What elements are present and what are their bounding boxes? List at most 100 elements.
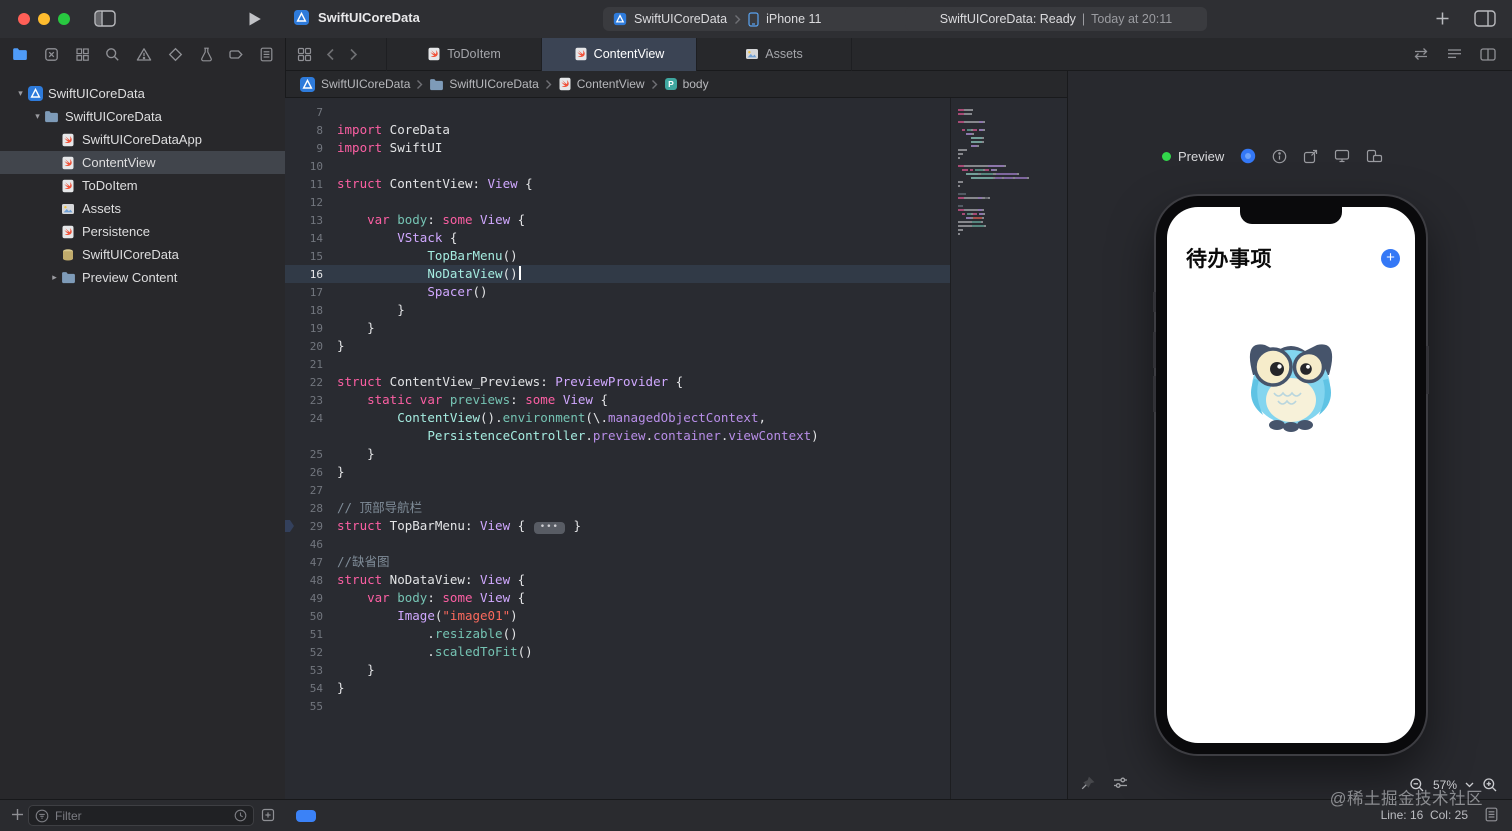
canvas-tools: [1080, 776, 1128, 791]
status-separator: |: [1081, 12, 1086, 26]
code-line-51: 51 .resizable(): [285, 625, 950, 643]
scheme-app-label[interactable]: SwiftUICoreData: [634, 12, 727, 26]
device-settings-button[interactable]: [1366, 149, 1383, 163]
recent-files-icon[interactable]: [234, 809, 247, 822]
symbol-navigator-icon[interactable]: [75, 47, 90, 62]
code-review-icon[interactable]: [1413, 47, 1429, 61]
editor-toolbar: ToDoItem ContentView Assets: [285, 37, 1512, 71]
run-button[interactable]: [248, 11, 262, 27]
filter-field[interactable]: Filter: [28, 805, 254, 826]
iphone-notch: [1240, 207, 1342, 224]
coredata-icon: [61, 248, 78, 262]
scope-filter-icon[interactable]: [261, 808, 275, 822]
add-split-editor-icon[interactable]: [1480, 47, 1496, 61]
status-main: SwiftUICoreData: Ready: [939, 12, 1076, 26]
inspect-preview-button[interactable]: [1272, 149, 1287, 164]
tab-label: Assets: [765, 47, 803, 61]
test-navigator-icon[interactable]: [168, 47, 183, 62]
filter-placeholder: Filter: [55, 808, 82, 823]
editor-minimap[interactable]: [950, 98, 1068, 800]
sidebar-item-swiftuicoredata[interactable]: SwiftUICoreData: [0, 243, 285, 266]
toggle-sidebar-icon[interactable]: [94, 10, 116, 27]
chevron-right-icon: [545, 79, 552, 90]
disclosure-down-icon[interactable]: ▾: [14, 88, 27, 99]
source-editor[interactable]: 7 8 import CoreData 9 import SwiftUI 10 11 stru…: [285, 98, 950, 800]
breadcrumb-item-swiftuicoredata[interactable]: SwiftUICoreData: [429, 77, 539, 91]
code-line-13: 13 var body: some View {: [285, 211, 950, 229]
sidebar-item-swiftuicoredata[interactable]: ▾ SwiftUICoreData: [0, 82, 285, 105]
scheme-selector[interactable]: SwiftUICoreData iPhone 11: [603, 7, 918, 31]
code-line-7: 7: [285, 103, 950, 121]
code-lines: 7 8 import CoreData 9 import SwiftUI 10 11 stru…: [285, 103, 950, 715]
navigator-sidebar: ▾ SwiftUICoreData ▾ SwiftUICoreData SwiftUIC…: [0, 38, 286, 800]
canvas-settings-icon[interactable]: [1113, 776, 1128, 791]
project-icon: [293, 9, 310, 26]
swift-icon: [61, 156, 78, 170]
pin-preview-icon[interactable]: [1080, 776, 1095, 791]
document-items-icon[interactable]: [1485, 807, 1498, 822]
disclosure-down-icon[interactable]: ▾: [31, 111, 44, 122]
breakpoints-toggle[interactable]: [296, 810, 316, 822]
breadcrumb-item-swiftuicoredata[interactable]: SwiftUICoreData: [299, 76, 410, 93]
line-number: 52: [309, 646, 323, 659]
add-file-icon[interactable]: [11, 808, 24, 821]
sidebar-item-preview-content[interactable]: ▸ Preview Content: [0, 266, 285, 289]
breadcrumb-item-contentview[interactable]: ContentView: [558, 77, 645, 91]
placeholder-image-wrap: [1167, 321, 1415, 435]
minimap-menu-icon[interactable]: [1447, 48, 1462, 61]
sidebar-item-persistence[interactable]: Persistence: [0, 220, 285, 243]
jump-bar[interactable]: SwiftUICoreData SwiftUICoreData ContentVie…: [285, 71, 1081, 98]
sidebar-item-todoitem[interactable]: ToDoItem: [0, 174, 285, 197]
preview-on-device-button[interactable]: [1334, 149, 1350, 163]
line-number: 16: [309, 268, 323, 281]
back-icon[interactable]: [326, 48, 335, 61]
related-items-icon[interactable]: [297, 47, 312, 62]
line-col-indicator[interactable]: Line: 16 Col: 25: [1381, 808, 1468, 822]
source-control-navigator-icon[interactable]: [44, 47, 59, 62]
report-navigator-icon[interactable]: [260, 47, 273, 62]
zoom-window-button[interactable]: [58, 13, 70, 25]
line-number: 15: [309, 250, 323, 263]
editor-tab-todoitem[interactable]: ToDoItem: [387, 37, 542, 71]
editor-layout-icon[interactable]: [1474, 10, 1496, 27]
forward-icon[interactable]: [349, 48, 358, 61]
preview-screen[interactable]: 待办事项 +: [1167, 207, 1415, 743]
add-editor-icon[interactable]: [1435, 11, 1450, 26]
code-line-20: 20}: [285, 337, 950, 355]
editor-tab-assets[interactable]: Assets: [697, 37, 852, 71]
disclosure-right-icon[interactable]: ▸: [48, 272, 61, 283]
find-navigator-icon[interactable]: [105, 47, 120, 62]
live-preview-button[interactable]: [1240, 148, 1256, 164]
tab-label: ContentView: [593, 47, 665, 61]
preview-live-dot: [1162, 151, 1171, 161]
preview-toolbar: Preview: [1162, 148, 1383, 164]
sidebar-item-swiftuicoredataapp[interactable]: SwiftUICoreDataApp: [0, 128, 285, 151]
chevron-right-icon: [734, 14, 741, 25]
add-todo-button[interactable]: +: [1381, 248, 1400, 268]
folded-code-pill[interactable]: •••: [533, 522, 565, 534]
sidebar-item-swiftuicoredata[interactable]: ▾ SwiftUICoreData: [0, 105, 285, 128]
code-line-12: 12: [285, 193, 950, 211]
activity-view: SwiftUICoreData: Ready | Today at 20:11: [905, 7, 1207, 31]
swift-icon: [61, 225, 78, 239]
issue-navigator-icon[interactable]: [136, 47, 152, 62]
debug-navigator-icon[interactable]: [199, 47, 214, 62]
assets-icon: [61, 202, 78, 216]
zoom-in-icon[interactable]: [1482, 777, 1498, 793]
close-window-button[interactable]: [18, 13, 30, 25]
project-navigator-icon[interactable]: [12, 47, 28, 61]
editor-tab-contentview[interactable]: ContentView: [542, 37, 697, 71]
code-line-46: 46: [285, 535, 950, 553]
code-line-10: 10: [285, 157, 950, 175]
breadcrumb-item-body[interactable]: Pbody: [664, 77, 709, 91]
sidebar-item-contentview[interactable]: ContentView: [0, 151, 285, 174]
duplicate-preview-button[interactable]: [1303, 149, 1318, 164]
code-line-19: 19 }: [285, 319, 950, 337]
breakpoint-navigator-icon[interactable]: [229, 47, 244, 62]
sidebar-item-assets[interactable]: Assets: [0, 197, 285, 220]
code-line-29: 29 struct TopBarMenu: View { ••• }: [285, 517, 950, 535]
minimize-window-button[interactable]: [38, 13, 50, 25]
assets-file-icon: [745, 47, 759, 61]
scheme-device-label[interactable]: iPhone 11: [766, 12, 821, 26]
owl-placeholder-image: [1230, 321, 1352, 435]
